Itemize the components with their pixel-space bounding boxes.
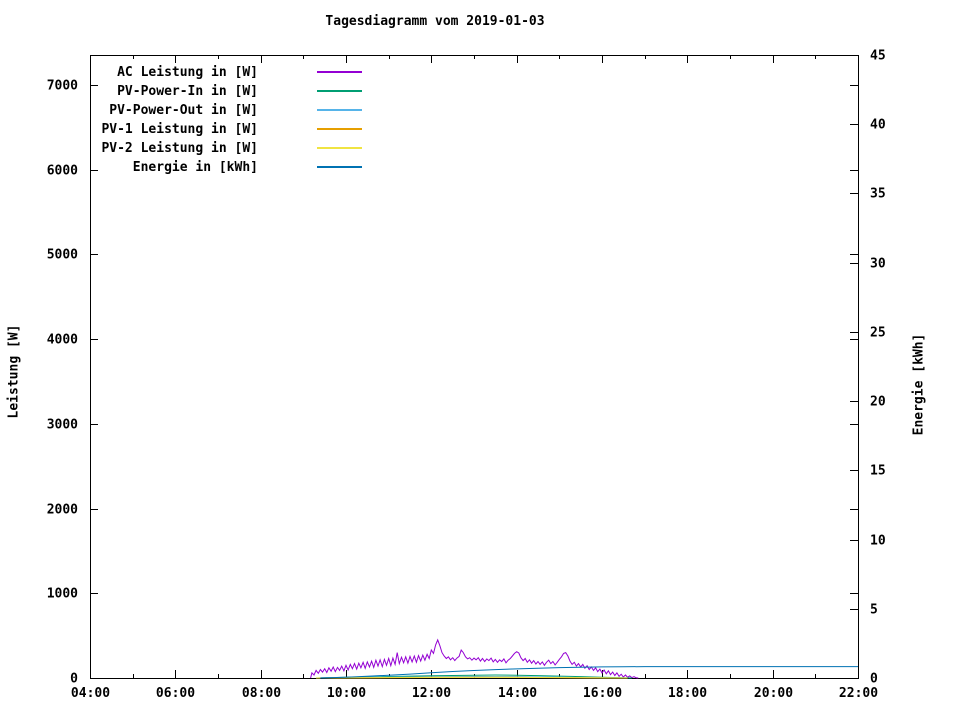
legend-label: PV-1 Leistung in [W] xyxy=(101,122,258,137)
y1-tick-label: 3000 xyxy=(47,418,78,433)
x-tick-label: 16:00 xyxy=(583,686,622,701)
x-tick-label: 08:00 xyxy=(242,686,281,701)
x-tick-label: 18:00 xyxy=(668,686,707,701)
y2-tick-label: 5 xyxy=(870,603,878,618)
legend-line-sample xyxy=(317,128,362,130)
x-tick-label: 12:00 xyxy=(412,686,451,701)
legend-line-sample xyxy=(317,166,362,168)
y1-tick-label: 6000 xyxy=(47,164,78,179)
y2-tick-label: 30 xyxy=(870,257,886,272)
y1-tick-label: 5000 xyxy=(47,248,78,263)
y1-tick-label: 4000 xyxy=(47,333,78,348)
y1-tick-label: 7000 xyxy=(47,79,78,94)
y2-tick-label: 0 xyxy=(870,672,878,687)
legend-label: PV-Power-Out in [W] xyxy=(109,103,258,118)
x-tick-label: 04:00 xyxy=(71,686,110,701)
legend-line-sample xyxy=(317,71,362,73)
x-tick-label: 20:00 xyxy=(754,686,793,701)
y1-tick-label: 0 xyxy=(70,672,78,687)
y2-tick-label: 25 xyxy=(870,326,886,341)
y2-tick-label: 40 xyxy=(870,118,886,133)
chart-canvas: Tagesdiagramm vom 2019-01-03 Leistung [W… xyxy=(0,0,960,720)
legend-line-sample xyxy=(317,147,362,149)
y1-tick-label: 1000 xyxy=(47,587,78,602)
legend-line-sample xyxy=(317,90,362,92)
y2-tick-label: 15 xyxy=(870,464,886,479)
x-tick-label: 06:00 xyxy=(156,686,195,701)
y2-tick-label: 10 xyxy=(870,534,886,549)
y2-tick-label: 20 xyxy=(870,395,886,410)
legend-line-sample xyxy=(317,109,362,111)
x-tick-label: 10:00 xyxy=(327,686,366,701)
series-ac-leistung-in-w xyxy=(310,638,639,679)
legend-label: PV-2 Leistung in [W] xyxy=(101,141,258,156)
x-tick-label: 22:00 xyxy=(839,686,878,701)
x-tick-label: 14:00 xyxy=(498,686,537,701)
y2-tick-label: 45 xyxy=(870,49,886,64)
legend-label: AC Leistung in [W] xyxy=(117,65,258,80)
legend-label: Energie in [kWh] xyxy=(132,160,258,175)
legend-label: PV-Power-In in [W] xyxy=(117,84,258,99)
y1-tick-label: 2000 xyxy=(47,503,78,518)
y2-tick-label: 35 xyxy=(870,187,886,202)
series-pv-2-leistung-in-w xyxy=(316,676,628,679)
